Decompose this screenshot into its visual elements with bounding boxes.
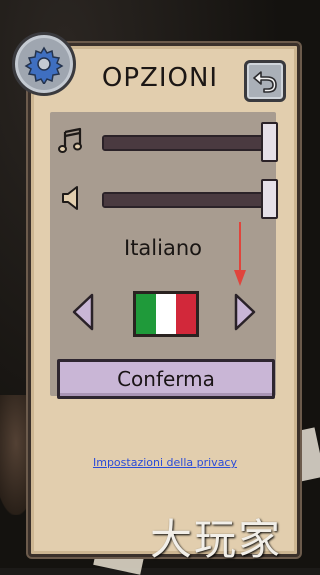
- sound-volume-handle[interactable]: [261, 179, 278, 219]
- flag-stripe-green: [136, 294, 156, 334]
- back-button[interactable]: [244, 60, 286, 102]
- annotation-arrow-icon: [234, 222, 246, 286]
- sound-volume-fill: [104, 194, 274, 206]
- speaker-icon: [62, 186, 78, 210]
- privacy-settings-link[interactable]: Impostazioni della privacy: [50, 456, 280, 469]
- settings-button[interactable]: [12, 32, 76, 96]
- chevron-right-icon[interactable]: [232, 292, 258, 332]
- page-title: OPZIONI: [101, 63, 219, 93]
- gear-icon: [24, 46, 64, 84]
- flag-stripe-red: [176, 294, 196, 334]
- watermark: 大玩家: [150, 515, 283, 564]
- sound-volume-slider[interactable]: [102, 192, 276, 208]
- music-note-icon: [58, 127, 82, 153]
- chevron-left-icon[interactable]: [70, 292, 96, 332]
- flag-stripe-white: [156, 294, 176, 334]
- music-icon-slot: [56, 126, 86, 156]
- music-volume-handle[interactable]: [261, 122, 278, 162]
- music-volume-fill: [104, 137, 274, 149]
- confirm-button[interactable]: Conferma: [57, 359, 275, 399]
- music-volume-slider[interactable]: [102, 135, 276, 151]
- back-arrow-icon: [253, 71, 277, 93]
- italy-flag: [133, 291, 199, 337]
- sound-icon-slot: [56, 183, 86, 213]
